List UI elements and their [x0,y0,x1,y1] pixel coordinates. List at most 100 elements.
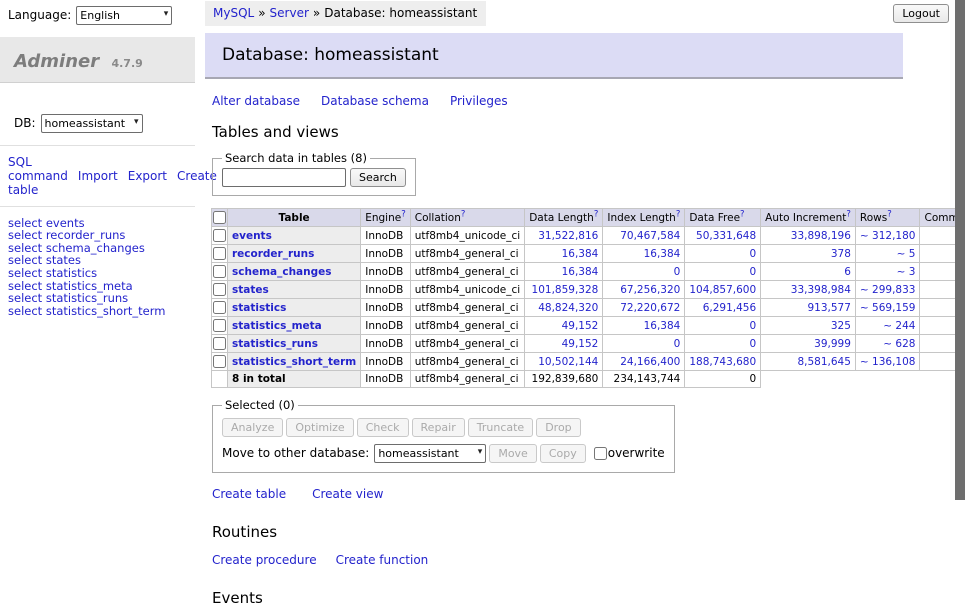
help-icon[interactable]: ? [676,209,681,219]
data-free-link[interactable]: 6,291,456 [689,302,756,314]
breadcrumb-link-mysql[interactable]: MySQL [213,6,254,20]
repair-button[interactable]: Repair [412,418,465,437]
sidebar-item-export[interactable]: Export [128,169,167,183]
index-length-link[interactable]: 70,467,584 [607,230,680,242]
index-length-link[interactable]: 67,256,320 [607,284,680,296]
rows-link[interactable]: ~ 312,180 [860,230,916,242]
help-icon[interactable]: ? [887,209,892,219]
data-free-link[interactable]: 50,331,648 [689,230,756,242]
index-length-link[interactable]: 16,384 [607,248,680,260]
search-input[interactable] [222,168,346,187]
rows-link[interactable]: ~ 5 [860,248,916,260]
index-length-link[interactable]: 24,166,400 [607,356,680,368]
truncate-button[interactable]: Truncate [468,418,533,437]
table-name-link[interactable]: schema_changes [232,266,332,278]
alter-database-link[interactable]: Alter database [212,94,300,108]
move-db-select[interactable]: homeassistant [374,444,486,463]
table-name-link[interactable]: events [232,230,272,242]
analyze-button[interactable]: Analyze [222,418,283,437]
auto-increment-link[interactable]: 913,577 [765,302,851,314]
help-icon[interactable]: ? [846,209,851,219]
selected-fieldset: Selected (0) AnalyzeOptimizeCheckRepairT… [212,398,675,473]
create-function-link[interactable]: Create function [336,553,429,567]
data-length-link[interactable]: 49,152 [529,320,598,332]
table-name-link[interactable]: states [232,284,269,296]
move-button[interactable]: Move [489,444,537,463]
scrollbar-track[interactable] [955,0,966,543]
table-name-link[interactable]: statistics_short_term [232,356,356,368]
sidebar-item-select-table[interactable]: select recorder_runs [8,229,187,242]
sidebar-item-import[interactable]: Import [78,169,118,183]
create-table-link[interactable]: Create table [212,487,286,501]
data-free-link[interactable]: 104,857,600 [689,284,756,296]
logout-button[interactable]: Logout [893,4,949,23]
rows-link[interactable]: ~ 136,108 [860,356,916,368]
drop-button[interactable]: Drop [536,418,580,437]
row-checkbox[interactable] [213,355,226,368]
help-icon[interactable]: ? [594,209,599,219]
index-length-link[interactable]: 0 [607,266,680,278]
sidebar-item-select-table[interactable]: select statistics [8,267,187,280]
privileges-link[interactable]: Privileges [450,94,508,108]
row-checkbox[interactable] [213,319,226,332]
data-free-link[interactable]: 188,743,680 [689,356,756,368]
table-name-link[interactable]: statistics_meta [232,320,322,332]
auto-increment-link[interactable]: 8,581,645 [765,356,851,368]
auto-increment-link[interactable]: 325 [765,320,851,332]
sidebar-item-select-table[interactable]: select statistics_runs [8,292,187,305]
scrollbar-thumb[interactable] [955,0,965,500]
column-header-index-length: Index Length? [603,209,685,227]
data-length-link[interactable]: 49,152 [529,338,598,350]
row-checkbox[interactable] [213,229,226,242]
data-free-link[interactable]: 0 [689,338,756,350]
table-row: eventsInnoDButf8mb4_unicode_ci31,522,816… [212,227,966,245]
auto-increment-link[interactable]: 33,898,196 [765,230,851,242]
row-checkbox[interactable] [213,337,226,350]
auto-increment-link[interactable]: 33,398,984 [765,284,851,296]
table-name-link[interactable]: recorder_runs [232,248,314,260]
search-button[interactable]: Search [350,168,406,187]
data-length-link[interactable]: 16,384 [529,248,598,260]
create-procedure-link[interactable]: Create procedure [212,553,317,567]
data-length-link[interactable]: 16,384 [529,266,598,278]
data-free-link[interactable]: 0 [689,266,756,278]
data-length-link[interactable]: 31,522,816 [529,230,598,242]
language-select[interactable]: English [76,6,172,25]
sidebar-item-sql-command[interactable]: SQL command [8,155,68,183]
row-checkbox[interactable] [213,301,226,314]
index-length-link[interactable]: 16,384 [607,320,680,332]
index-length-link[interactable]: 0 [607,338,680,350]
help-icon[interactable]: ? [461,209,466,219]
db-select[interactable]: homeassistant [41,114,143,133]
row-checkbox[interactable] [213,247,226,260]
copy-button[interactable]: Copy [540,444,586,463]
overwrite-checkbox[interactable] [594,447,607,460]
rows-link[interactable]: ~ 299,833 [860,284,916,296]
auto-increment-link[interactable]: 378 [765,248,851,260]
data-length-link[interactable]: 48,824,320 [529,302,598,314]
auto-increment-link[interactable]: 39,999 [765,338,851,350]
check-button[interactable]: Check [357,418,409,437]
rows-link[interactable]: ~ 628 [860,338,916,350]
data-free-link[interactable]: 0 [689,248,756,260]
rows-link[interactable]: ~ 3 [860,266,916,278]
select-all-checkbox[interactable] [213,211,226,224]
help-icon[interactable]: ? [740,209,745,219]
data-length-link[interactable]: 101,859,328 [529,284,598,296]
table-name-link[interactable]: statistics_runs [232,338,318,350]
index-length-link[interactable]: 72,220,672 [607,302,680,314]
optimize-button[interactable]: Optimize [286,418,353,437]
auto-increment-link[interactable]: 6 [765,266,851,278]
rows-link[interactable]: ~ 244 [860,320,916,332]
create-view-link[interactable]: Create view [312,487,383,501]
data-length-link[interactable]: 10,502,144 [529,356,598,368]
data-free-link[interactable]: 0 [689,320,756,332]
sidebar-item-select-table[interactable]: select statistics_short_term [8,305,187,318]
table-name-link[interactable]: statistics [232,302,286,314]
row-checkbox[interactable] [213,283,226,296]
breadcrumb-link-server[interactable]: Server [270,6,309,20]
database-schema-link[interactable]: Database schema [321,94,429,108]
help-icon[interactable]: ? [401,209,406,219]
rows-link[interactable]: ~ 569,159 [860,302,916,314]
row-checkbox[interactable] [213,265,226,278]
